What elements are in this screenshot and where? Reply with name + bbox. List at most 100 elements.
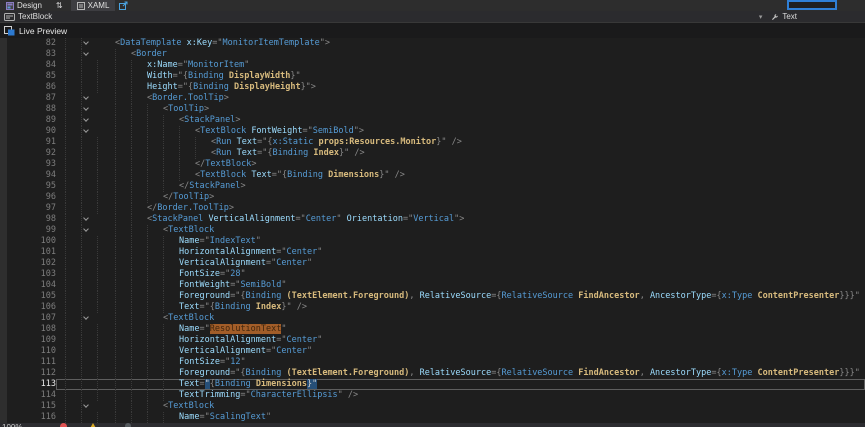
code-text[interactable]: FontSize="28" xyxy=(115,269,865,280)
fold-chevron-icon[interactable] xyxy=(83,94,89,100)
fold-margin[interactable] xyxy=(56,401,115,412)
fold-chevron-icon[interactable] xyxy=(83,127,89,133)
line-number[interactable]: 101 xyxy=(0,247,56,258)
code-line-86[interactable]: 86Height="{Binding DisplayHeight}"> xyxy=(0,82,865,93)
code-line-82[interactable]: 82<DataTemplate x:Key="MonitorItemTempla… xyxy=(0,38,865,49)
code-text[interactable]: <Run Text="{x:Static props:Resources.Mon… xyxy=(115,137,865,148)
line-number[interactable]: 105 xyxy=(0,291,56,302)
code-text[interactable]: </ToolTip> xyxy=(115,192,865,203)
code-line-103[interactable]: 103 FontSize="28" xyxy=(0,269,865,280)
swap-panes-icon[interactable]: ⇅ xyxy=(48,1,71,10)
line-number[interactable]: 89 xyxy=(0,115,56,126)
code-line-102[interactable]: 102 VerticalAlignment="Center" xyxy=(0,258,865,269)
code-line-112[interactable]: 112Foreground="{Binding (TextElement.For… xyxy=(0,368,865,379)
line-number[interactable]: 93 xyxy=(0,159,56,170)
code-line-116[interactable]: 116 Name="ScalingText" xyxy=(0,412,865,423)
code-text[interactable]: Name="ResolutionText" xyxy=(115,324,865,335)
code-line-111[interactable]: 111FontSize="12" xyxy=(0,357,865,368)
line-number[interactable]: 106 xyxy=(0,302,56,313)
line-number[interactable]: 116 xyxy=(0,412,56,423)
line-number[interactable]: 86 xyxy=(0,82,56,93)
tab-design[interactable]: Design xyxy=(0,0,48,11)
fold-margin[interactable] xyxy=(56,291,115,302)
line-number[interactable]: 98 xyxy=(0,214,56,225)
fold-margin[interactable] xyxy=(56,159,115,170)
code-text[interactable]: HorizontalAlignment="Center" xyxy=(115,335,865,346)
code-text[interactable]: <Run Text="{Binding Index}" /> xyxy=(115,148,865,159)
code-text[interactable]: FontWeight="SemiBold" xyxy=(115,280,865,291)
line-number[interactable]: 103 xyxy=(0,269,56,280)
code-text[interactable]: Foreground="{Binding (TextElement.Foregr… xyxy=(115,291,865,302)
code-line-92[interactable]: 92<Run Text="{Binding Index}" /> xyxy=(0,148,865,159)
breadcrumb-dropdown-icon[interactable]: ▾ xyxy=(753,13,769,21)
code-line-106[interactable]: 106 Text="{Binding Index}" /> xyxy=(0,302,865,313)
error-icon[interactable] xyxy=(60,423,67,427)
code-text[interactable]: VerticalAlignment="Center" xyxy=(115,258,865,269)
fold-margin[interactable] xyxy=(56,412,115,423)
code-line-107[interactable]: 107<TextBlock xyxy=(0,313,865,324)
line-number[interactable]: 112 xyxy=(0,368,56,379)
line-number[interactable]: 110 xyxy=(0,346,56,357)
line-number[interactable]: 109 xyxy=(0,335,56,346)
design-preview-thumbnail[interactable] xyxy=(787,0,837,10)
code-line-88[interactable]: 88<ToolTip> xyxy=(0,104,865,115)
code-line-114[interactable]: 114TextTrimming="CharacterEllipsis" /> xyxy=(0,390,865,401)
fold-margin[interactable] xyxy=(56,93,115,104)
fold-chevron-icon[interactable] xyxy=(83,402,89,408)
line-number[interactable]: 113 xyxy=(0,379,56,390)
line-number[interactable]: 102 xyxy=(0,258,56,269)
code-text[interactable]: <DataTemplate x:Key="MonitorItemTemplate… xyxy=(115,38,865,49)
code-line-91[interactable]: 91 <Run Text="{x:Static props:Resources.M… xyxy=(0,137,865,148)
fold-margin[interactable] xyxy=(56,258,115,269)
fold-margin[interactable] xyxy=(56,137,115,148)
breadcrumb-action[interactable]: Text xyxy=(771,12,861,21)
code-line-85[interactable]: 85Width="{Binding DisplayWidth}" xyxy=(0,71,865,82)
code-text[interactable]: <TextBlock FontWeight="SemiBold"> xyxy=(115,126,865,137)
fold-margin[interactable] xyxy=(56,225,115,236)
fold-margin[interactable] xyxy=(56,71,115,82)
code-editor[interactable]: 82<DataTemplate x:Key="MonitorItemTempla… xyxy=(0,38,865,423)
code-line-94[interactable]: 94<TextBlock Text="{Binding Dimensions}"… xyxy=(0,170,865,181)
fold-margin[interactable] xyxy=(56,82,115,93)
line-number[interactable]: 87 xyxy=(0,93,56,104)
fold-margin[interactable] xyxy=(56,203,115,214)
code-line-101[interactable]: 101HorizontalAlignment="Center" xyxy=(0,247,865,258)
code-text[interactable]: FontSize="12" xyxy=(115,357,865,368)
line-number[interactable]: 99 xyxy=(0,225,56,236)
fold-margin[interactable] xyxy=(56,313,115,324)
fold-margin[interactable] xyxy=(56,49,115,60)
fold-margin[interactable] xyxy=(56,104,115,115)
code-line-89[interactable]: 89<StackPanel> xyxy=(0,115,865,126)
line-number[interactable]: 94 xyxy=(0,170,56,181)
code-text[interactable]: </StackPanel> xyxy=(115,181,865,192)
line-number[interactable]: 84 xyxy=(0,60,56,71)
line-number[interactable]: 108 xyxy=(0,324,56,335)
code-line-113[interactable]: 113 Text="{Binding Dimensions}" xyxy=(0,379,865,390)
line-number[interactable]: 88 xyxy=(0,104,56,115)
code-text[interactable]: Name="ScalingText" xyxy=(115,412,865,423)
fold-margin[interactable] xyxy=(56,170,115,181)
code-line-115[interactable]: 115<TextBlock xyxy=(0,401,865,412)
code-text[interactable]: <TextBlock xyxy=(115,401,865,412)
fold-chevron-icon[interactable] xyxy=(83,116,89,122)
code-text[interactable]: <Border.ToolTip> xyxy=(115,93,865,104)
fold-margin[interactable] xyxy=(56,357,115,368)
fold-margin[interactable] xyxy=(56,60,115,71)
line-number[interactable]: 114 xyxy=(0,390,56,401)
code-text[interactable]: Text="{Binding Dimensions}" xyxy=(115,379,865,390)
code-text[interactable]: Text="{Binding Index}" /> xyxy=(115,302,865,313)
line-number[interactable]: 91 xyxy=(0,137,56,148)
fold-margin[interactable] xyxy=(56,368,115,379)
code-line-99[interactable]: 99<TextBlock xyxy=(0,225,865,236)
code-text[interactable]: <TextBlock xyxy=(115,313,865,324)
line-number[interactable]: 90 xyxy=(0,126,56,137)
code-text[interactable]: <Border xyxy=(115,49,865,60)
code-text[interactable]: <StackPanel VerticalAlignment="Center" O… xyxy=(115,214,865,225)
code-line-90[interactable]: 90 <TextBlock FontWeight="SemiBold"> xyxy=(0,126,865,137)
fold-margin[interactable] xyxy=(56,148,115,159)
code-line-108[interactable]: 108 Name="ResolutionText" xyxy=(0,324,865,335)
code-line-105[interactable]: 105 Foreground="{Binding (TextElement.For… xyxy=(0,291,865,302)
code-text[interactable]: Name="IndexText" xyxy=(115,236,865,247)
fold-margin[interactable] xyxy=(56,280,115,291)
fold-margin[interactable] xyxy=(56,181,115,192)
